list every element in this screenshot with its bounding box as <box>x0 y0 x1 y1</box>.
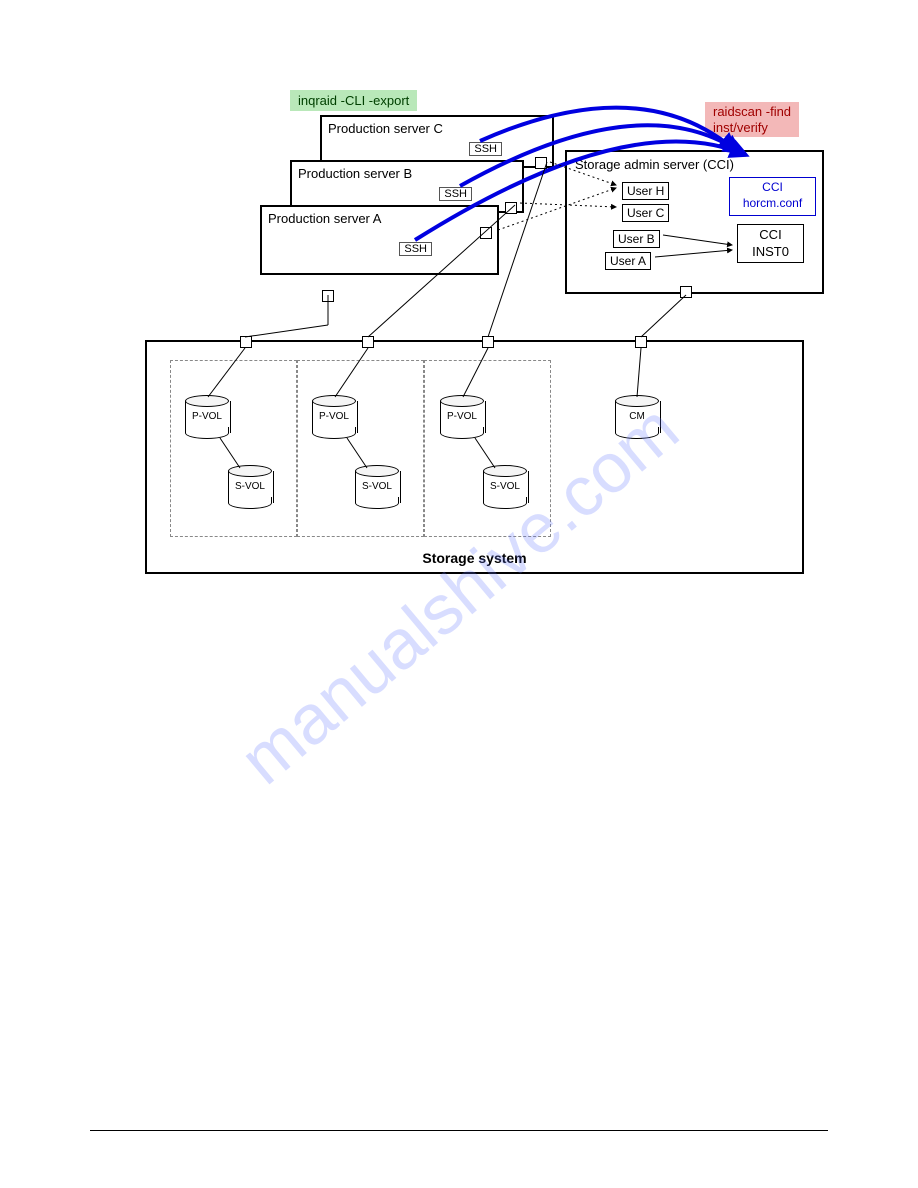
port-icon <box>362 336 374 348</box>
cm-cylinder: CM <box>615 395 659 439</box>
user-c: User C <box>622 204 669 222</box>
vol-group-1 <box>170 360 297 537</box>
storage-title: Storage system <box>147 550 802 566</box>
server-b-label: Production server B <box>292 166 522 181</box>
server-c-ssh: SSH <box>469 142 502 156</box>
user-b: User B <box>613 230 660 248</box>
server-a-label: Production server A <box>262 211 497 226</box>
port-icon <box>240 336 252 348</box>
admin-title: Storage admin server (CCI) <box>567 152 822 177</box>
svol-cylinder: S-VOL <box>483 465 527 509</box>
user-h: User H <box>622 182 669 200</box>
raidscan-tag: raidscan -find inst/verify <box>705 102 799 137</box>
port-icon <box>482 336 494 348</box>
port-icon <box>322 290 334 302</box>
server-a-ssh: SSH <box>399 242 432 256</box>
cci-inst: CCI INST0 <box>737 224 804 263</box>
port-icon <box>505 202 517 214</box>
svol-cylinder: S-VOL <box>228 465 272 509</box>
port-icon <box>680 286 692 298</box>
vol-group-2 <box>297 360 424 537</box>
pvol-cylinder: P-VOL <box>440 395 484 439</box>
admin-server: Storage admin server (CCI) User H User C… <box>565 150 824 294</box>
server-b-ssh: SSH <box>439 187 472 201</box>
port-icon <box>635 336 647 348</box>
inqraid-tag: inqraid -CLI -export <box>290 90 417 111</box>
user-a: User A <box>605 252 651 270</box>
port-icon <box>535 157 547 169</box>
storage-diagram: inqraid -CLI -export raidscan -find inst… <box>110 90 830 590</box>
vol-group-3 <box>424 360 551 537</box>
pvol-cylinder: P-VOL <box>312 395 356 439</box>
cci-conf: CCI horcm.conf <box>729 177 816 216</box>
footer-rule <box>90 1130 828 1131</box>
port-icon <box>480 227 492 239</box>
server-c-label: Production server C <box>322 121 552 136</box>
svol-cylinder: S-VOL <box>355 465 399 509</box>
server-a: Production server A SSH <box>260 205 499 275</box>
pvol-cylinder: P-VOL <box>185 395 229 439</box>
